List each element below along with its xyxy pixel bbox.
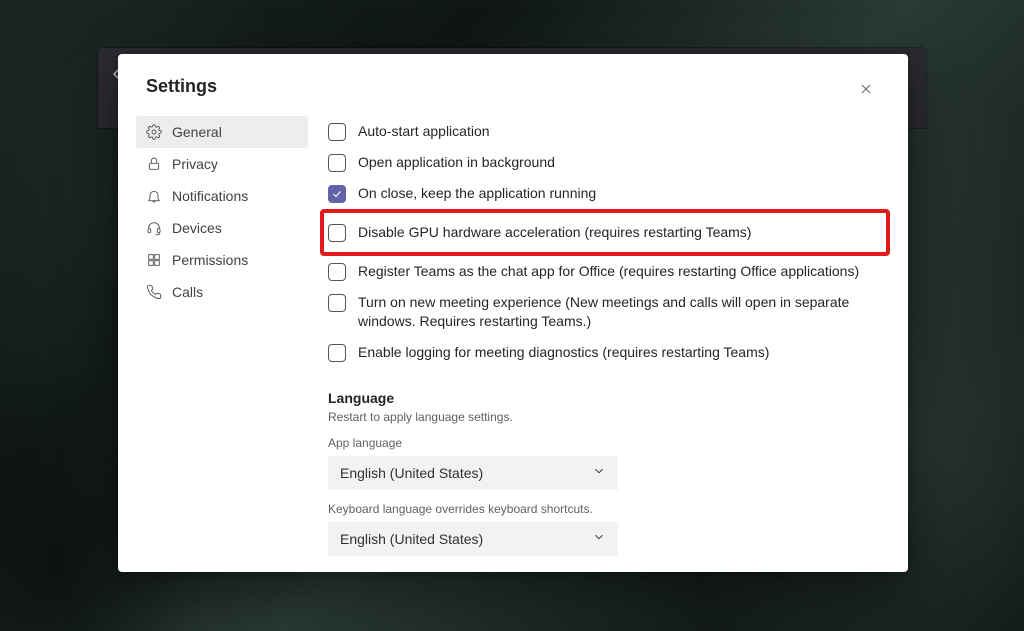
sidebar-item-label: Privacy <box>172 156 218 172</box>
bell-icon <box>146 188 162 204</box>
setting-checkbox[interactable] <box>328 263 346 281</box>
language-restart-note: Restart to apply language settings. <box>328 410 878 424</box>
sidebar-item-label: Devices <box>172 220 222 236</box>
lock-icon <box>146 156 162 172</box>
app-language-label: App language <box>328 436 878 450</box>
setting-checkbox[interactable] <box>328 344 346 362</box>
keyboard-language-value: English (United States) <box>340 531 483 547</box>
chevron-down-icon <box>592 530 606 547</box>
grid-icon <box>146 252 162 268</box>
setting-row: On close, keep the application running <box>328 178 878 209</box>
sidebar-item-label: Calls <box>172 284 203 300</box>
settings-content: Auto-start application Open application i… <box>318 116 908 572</box>
highlighted-setting: Disable GPU hardware acceleration (requi… <box>320 209 890 256</box>
sidebar-item-label: Notifications <box>172 188 248 204</box>
setting-label: Disable GPU hardware acceleration (requi… <box>358 223 751 242</box>
headset-icon <box>146 220 162 236</box>
settings-sidebar: General Privacy Notifications Devices Permis… <box>118 116 318 572</box>
settings-dialog: Settings General Privacy Notifications Devi… <box>118 54 908 572</box>
setting-checkbox[interactable] <box>328 185 346 203</box>
setting-row: Disable GPU hardware acceleration (requi… <box>328 217 878 248</box>
keyboard-language-note: Keyboard language overrides keyboard sho… <box>328 502 878 516</box>
dialog-header: Settings <box>118 54 908 116</box>
sidebar-item-notifications[interactable]: Notifications <box>136 180 308 212</box>
dialog-body: General Privacy Notifications Devices Permis… <box>118 116 908 572</box>
app-language-value: English (United States) <box>340 465 483 481</box>
setting-label: Turn on new meeting experience (New meet… <box>358 293 878 331</box>
dialog-title: Settings <box>146 76 217 97</box>
setting-row: Turn on new meeting experience (New meet… <box>328 287 878 337</box>
setting-label: Auto-start application <box>358 122 490 141</box>
setting-row: Auto-start application <box>328 116 878 147</box>
sidebar-item-general[interactable]: General <box>136 116 308 148</box>
close-button[interactable] <box>852 76 880 104</box>
general-checklist: Auto-start application Open application i… <box>328 116 878 368</box>
sidebar-item-calls[interactable]: Calls <box>136 276 308 308</box>
sidebar-item-devices[interactable]: Devices <box>136 212 308 244</box>
setting-row: Open application in background <box>328 147 878 178</box>
keyboard-language-select[interactable]: English (United States) <box>328 522 618 556</box>
phone-icon <box>146 284 162 300</box>
setting-label: Enable logging for meeting diagnostics (… <box>358 343 769 362</box>
setting-label: Open application in background <box>358 153 555 172</box>
setting-checkbox[interactable] <box>328 123 346 141</box>
sidebar-item-label: General <box>172 124 222 140</box>
sidebar-item-label: Permissions <box>172 252 248 268</box>
app-language-select[interactable]: English (United States) <box>328 456 618 490</box>
setting-row: Register Teams as the chat app for Offic… <box>328 256 878 287</box>
sidebar-item-privacy[interactable]: Privacy <box>136 148 308 180</box>
language-heading: Language <box>328 390 878 406</box>
close-icon <box>859 82 873 99</box>
setting-label: Register Teams as the chat app for Offic… <box>358 262 859 281</box>
setting-row: Enable logging for meeting diagnostics (… <box>328 337 878 368</box>
setting-label: On close, keep the application running <box>358 184 596 203</box>
setting-checkbox[interactable] <box>328 224 346 242</box>
chevron-down-icon <box>592 464 606 481</box>
setting-checkbox[interactable] <box>328 294 346 312</box>
sidebar-item-permissions[interactable]: Permissions <box>136 244 308 276</box>
setting-checkbox[interactable] <box>328 154 346 172</box>
gear-icon <box>146 124 162 140</box>
